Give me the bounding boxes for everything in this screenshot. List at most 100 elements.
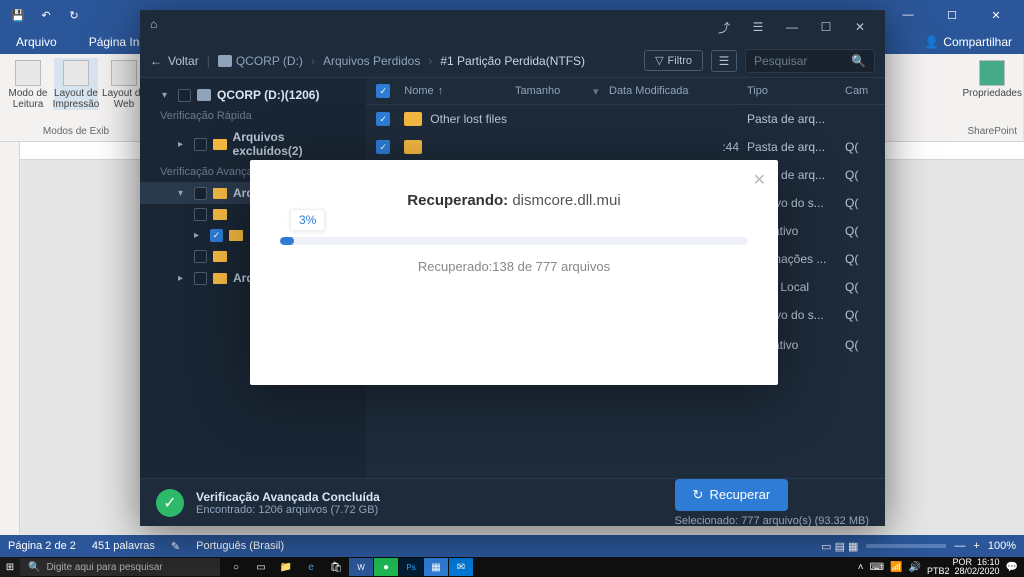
zoom-level[interactable]: 100% xyxy=(988,540,1016,552)
scan-complete-title: Verificação Avançada Concluída xyxy=(196,490,380,504)
checkbox[interactable] xyxy=(194,272,207,285)
wifi-icon[interactable]: 📶 xyxy=(890,562,902,573)
store-icon[interactable]: 🛍 xyxy=(324,558,348,576)
breadcrumb-drive[interactable]: QCORP (D:) xyxy=(218,54,303,68)
scan-complete-subtitle: Encontrado: 1206 arquivos (7.72 GB) xyxy=(196,504,380,516)
col-name[interactable]: Nome ↑ xyxy=(404,85,507,97)
folder-icon xyxy=(404,112,422,126)
word-maximize-icon[interactable]: ☐ xyxy=(932,1,972,29)
language-indicator[interactable]: Português (Brasil) xyxy=(196,540,284,552)
checkbox[interactable] xyxy=(194,250,207,263)
app-minimize-icon[interactable]: — xyxy=(777,13,807,41)
edge-icon[interactable]: e xyxy=(299,558,323,576)
checkbox-checked[interactable]: ✓ xyxy=(210,229,223,242)
page-indicator[interactable]: Página 2 de 2 xyxy=(8,540,76,552)
folder-icon xyxy=(229,230,243,241)
share-button[interactable]: 👤 Compartilhar xyxy=(924,35,1012,49)
word-minimize-icon[interactable]: — xyxy=(888,1,928,29)
properties-button[interactable]: Propriedades xyxy=(970,58,1014,99)
keyboard-icon[interactable]: ⌨ xyxy=(870,562,884,573)
tray-chevron-icon[interactable]: ˄ xyxy=(858,562,864,573)
start-button[interactable]: ⊞ xyxy=(0,557,20,577)
share-icon: 👤 xyxy=(924,35,939,49)
funnel-icon: ▽ xyxy=(655,54,663,67)
back-button[interactable]: ← Voltar xyxy=(150,54,199,68)
row-checkbox[interactable]: ✓ xyxy=(376,112,390,126)
drive-icon xyxy=(218,55,232,67)
checkbox[interactable] xyxy=(194,187,207,200)
modal-title: Recuperando: dismcore.dll.mui xyxy=(280,192,748,209)
taskbar-clock[interactable]: POR 16:10 PTB2 28/02/2020 xyxy=(927,558,1000,576)
word-count[interactable]: 451 palavras xyxy=(92,540,155,552)
volume-icon[interactable]: 🔊 xyxy=(909,562,921,573)
folder-icon xyxy=(404,140,422,154)
tree-root[interactable]: ▾ QCORP (D:)(1206) xyxy=(140,84,366,106)
recover-button[interactable]: ↻ Recuperar xyxy=(675,479,789,511)
taskbar-search[interactable]: 🔍 Digite aqui para pesquisar xyxy=(20,558,220,576)
app-maximize-icon[interactable]: ☐ xyxy=(811,13,841,41)
tab-file[interactable]: Arquivo xyxy=(8,33,65,51)
app-menu-icon[interactable]: ☰ xyxy=(743,13,773,41)
word-statusbar: Página 2 de 2 451 palavras ✎ Português (… xyxy=(0,535,1024,557)
list-row[interactable]: ✓Other lost filesPasta de arq... xyxy=(366,105,885,133)
word-save-icon[interactable]: 💾 xyxy=(8,5,28,25)
task-view-icon[interactable]: ▭ xyxy=(249,558,273,576)
list-row[interactable]: ✓:44Pasta de arq...Q( xyxy=(366,133,885,161)
folder-icon xyxy=(213,188,227,199)
print-layout-button[interactable]: Layout de Impressão xyxy=(54,58,98,110)
breadcrumb-partition[interactable]: #1 Partição Perdida(NTFS) xyxy=(440,54,585,68)
tree-deleted-files[interactable]: ▸ Arquivos excluídos(2) xyxy=(140,126,366,162)
photoshop-icon[interactable]: Ps xyxy=(399,558,423,576)
folder-icon xyxy=(213,273,227,284)
col-size[interactable]: Tamanho xyxy=(515,85,585,97)
select-all-checkbox[interactable]: ✓ xyxy=(376,84,390,98)
cortana-icon[interactable]: ○ xyxy=(224,558,248,576)
row-checkbox[interactable]: ✓ xyxy=(376,140,390,154)
spell-check-icon[interactable]: ✎ xyxy=(171,540,180,553)
filter-button[interactable]: ▽ Filtro xyxy=(644,50,703,71)
word-taskbar-icon[interactable]: W xyxy=(349,558,373,576)
checkbox[interactable] xyxy=(178,89,191,102)
outlook-icon[interactable]: ✉ xyxy=(449,558,473,576)
word-undo-icon[interactable]: ↶ xyxy=(36,5,56,25)
reading-mode-button[interactable]: Modo de Leitura xyxy=(6,58,50,110)
notifications-icon[interactable]: 💬 xyxy=(1006,562,1018,573)
sort-asc-icon: ↑ xyxy=(438,85,444,97)
folder-icon xyxy=(213,209,227,220)
word-close-icon[interactable]: ✕ xyxy=(976,1,1016,29)
breadcrumb-lost-files[interactable]: Arquivos Perdidos xyxy=(323,54,420,68)
selection-info: Selecionado: 777 arquivo(s) (93.32 MB) xyxy=(675,515,869,527)
checkbox[interactable] xyxy=(194,208,207,221)
modal-close-icon[interactable]: ✕ xyxy=(753,170,766,190)
arrow-left-icon: ← xyxy=(150,54,162,68)
chevron-right-icon: ▸ xyxy=(178,139,188,150)
col-date[interactable]: Data Modificada xyxy=(609,85,739,97)
word-redo-icon[interactable]: ↻ xyxy=(64,5,84,25)
app-toolbar: ← Voltar | QCORP (D:) › Arquivos Perdido… xyxy=(140,44,885,78)
quick-scan-label: Verificação Rápida xyxy=(140,106,366,126)
check-circle-icon: ✓ xyxy=(156,489,184,517)
app-close-icon[interactable]: ✕ xyxy=(845,13,875,41)
spotify-icon[interactable]: ● xyxy=(374,558,398,576)
app-titlebar: ⌂ ⤴ ☰ — ☐ ✕ xyxy=(140,10,885,44)
drive-icon xyxy=(197,89,211,101)
checkbox[interactable] xyxy=(194,138,207,151)
zoom-slider[interactable] xyxy=(866,544,946,548)
app-search-input[interactable]: Pesquisar 🔍 xyxy=(745,49,875,73)
explorer-icon[interactable]: 📁 xyxy=(274,558,298,576)
col-type[interactable]: Tipo xyxy=(747,85,837,97)
search-icon: 🔍 xyxy=(28,562,40,573)
chevron-down-icon: ▾ xyxy=(162,90,172,101)
taskbar: ⊞ 🔍 Digite aqui para pesquisar ○ ▭ 📁 e 🛍… xyxy=(0,557,1024,577)
app-share-icon[interactable]: ⤴ xyxy=(709,13,739,41)
restore-icon: ↻ xyxy=(693,487,704,503)
app-footer: ✓ Verificação Avançada Concluída Encontr… xyxy=(140,478,885,526)
list-view-button[interactable]: ☰ xyxy=(711,50,737,72)
col-path[interactable]: Cam xyxy=(845,85,875,97)
home-icon[interactable]: ⌂ xyxy=(150,17,170,37)
view-mode-icons[interactable]: ▭ ▤ ▦ xyxy=(821,540,858,553)
chevron-right-icon: ▸ xyxy=(194,230,204,241)
view-modes-label: Modos de Exib xyxy=(43,126,109,137)
list-icon: ☰ xyxy=(719,54,730,68)
recovery-app-icon[interactable]: ▦ xyxy=(424,558,448,576)
